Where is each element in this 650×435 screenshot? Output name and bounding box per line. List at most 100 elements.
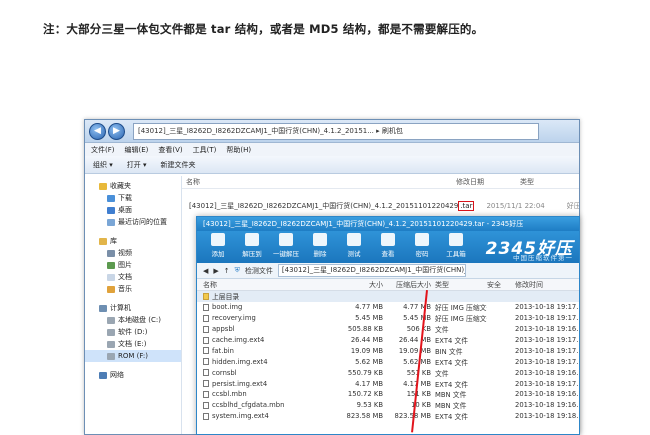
column-compressed-size[interactable]: 压缩后大小 — [383, 280, 431, 290]
sidebar-item-icon — [107, 249, 115, 257]
file-size-cell: 5.62 MB — [355, 357, 383, 366]
archive-file-row[interactable]: appsbl 505.88 KB 506 KB 文件 2013-10-18 19:16.… — [197, 324, 579, 335]
file-date-cell: 2013-10-18 19:17... — [515, 357, 579, 366]
archive-file-row[interactable]: system.img.ext4 823.58 MB 823.58 MB EXT4 文件… — [197, 411, 579, 422]
menu-view[interactable]: 查看(V) — [158, 145, 182, 155]
sidebar-item[interactable]: 收藏夹 — [85, 180, 181, 192]
tool-toolbox-button[interactable]: 工具箱 — [443, 231, 469, 258]
tar-file-date: 2015/11/1 22:04 — [486, 202, 545, 210]
address-input[interactable]: [43012]_三星_I8262D_I8262DZCAMJ1_中国行货(CHN)… — [133, 122, 539, 140]
sidebar-item[interactable]: 图片 — [85, 259, 181, 271]
archive-file-row[interactable]: boot.img4.77 MB4.77 MB好压 IMG 压缩文件2013-10… — [197, 302, 579, 313]
forward-icon[interactable]: ▶ — [108, 122, 125, 140]
column-name[interactable]: 名称 — [182, 177, 456, 187]
column-modified[interactable]: 修改时间 — [515, 280, 579, 290]
tool-test-button[interactable]: 测试 — [341, 231, 367, 258]
file-name: system.img.ext4 — [212, 412, 269, 421]
tar-file-row[interactable]: [43012]_三星_I8262D_I8262DZCAMJ1_中国行货(CHN)… — [182, 199, 579, 213]
sidebar-item[interactable]: 库 — [85, 235, 181, 247]
menu-tools[interactable]: 工具(T) — [193, 145, 217, 155]
tar-extension-highlight: .tar — [458, 201, 475, 211]
explorer-column-header: 名称 修改日期 类型 — [182, 176, 579, 189]
tool-label: 删除 — [313, 250, 327, 258]
column-type[interactable]: 类型 — [520, 177, 534, 187]
tool-add-button[interactable]: 添加 — [205, 231, 231, 258]
file-csize-cell: 551 KB — [406, 368, 431, 377]
menu-edit[interactable]: 编辑(E) — [125, 145, 149, 155]
file-type-cell: EXT4 文件 — [435, 413, 469, 422]
delete-icon — [313, 233, 327, 246]
tool-view-button[interactable]: 查看 — [375, 231, 401, 258]
tool-extract-to-button[interactable]: 解压到 — [239, 231, 265, 258]
file-date-cell: 2013-10-18 19:17... — [515, 314, 579, 323]
archive-tool-list: 添加 解压到 一键解压 删除 测试 查看 密码 工具箱 — [205, 231, 477, 258]
extract-to-icon — [245, 233, 259, 246]
sidebar-item[interactable]: 文档 — [85, 271, 181, 283]
tool-password-button[interactable]: 密码 — [409, 231, 435, 258]
new-folder-button[interactable]: 新建文件夹 — [161, 160, 196, 170]
sidebar-item[interactable]: 视频 — [85, 247, 181, 259]
sidebar-item-icon — [107, 261, 115, 269]
archive-file-row[interactable]: ccsblhd_cfgdata.mbn 9.53 KB 10 KB MBN 文件 201… — [197, 400, 579, 411]
shield-icon: ⛨ — [234, 266, 240, 274]
sidebar-item-icon — [107, 206, 115, 214]
archive-file-row[interactable]: cache.img.ext4 26.44 MB 26.44 MB EXT4 文件 201… — [197, 335, 579, 346]
forward-arrow-icon[interactable]: ▶ — [213, 267, 218, 275]
sidebar-item-icon — [99, 304, 107, 312]
sidebar-item[interactable]: 软件 (D:) — [85, 326, 181, 338]
sidebar-item[interactable]: 网络 — [85, 369, 181, 381]
sidebar-item[interactable]: 计算机 — [85, 302, 181, 314]
file-name: boot.img — [212, 303, 243, 312]
organize-button[interactable]: 组织 ▾ — [93, 160, 113, 170]
sidebar-item[interactable]: 本地磁盘 (C:) — [85, 314, 181, 326]
file-name-cell: fat.bin — [197, 347, 337, 355]
file-name: cornsbl — [212, 368, 237, 377]
back-arrow-icon[interactable]: ◀ — [203, 267, 208, 275]
archive-title-bar: [43012]_三星_I8262D_I8262DZCAMJ1_中国行货(CHN)… — [197, 217, 579, 231]
column-name[interactable]: 名称 — [197, 280, 337, 290]
column-type[interactable]: 类型 — [431, 280, 487, 290]
sidebar-item[interactable]: 文档 (E:) — [85, 338, 181, 350]
open-button[interactable]: 打开 ▾ — [127, 160, 147, 170]
up-arrow-icon[interactable]: ↑ — [224, 267, 230, 275]
sidebar-item-icon — [107, 316, 115, 324]
tool-delete-button[interactable]: 删除 — [307, 231, 333, 258]
archive-file-row[interactable]: hidden.img.ext4 5.62 MB 5.62 MB EXT4 文件 2013… — [197, 356, 579, 367]
archive-file-row[interactable]: cornsbl 550.79 KB 551 KB 文件 2013-10-18 19:16… — [197, 367, 579, 378]
menu-file[interactable]: 文件(F) — [91, 145, 115, 155]
file-name: recovery.img — [212, 314, 256, 323]
sidebar-item-label: 本地磁盘 (C:) — [118, 316, 161, 324]
file-date-cell: 2013-10-18 19:17... — [515, 303, 579, 312]
file-name: ccsblhd_cfgdata.mbn — [212, 401, 285, 410]
file-csize-cell: 26.44 MB — [398, 336, 431, 344]
sidebar-item[interactable]: 下载 — [85, 192, 181, 204]
sidebar-item-label: 音乐 — [118, 285, 132, 293]
tool-one-click-extract-button[interactable]: 一键解压 — [273, 231, 299, 258]
sidebar-item-label: 文档 — [118, 273, 132, 281]
back-icon[interactable]: ◀ — [89, 122, 106, 140]
sidebar-item-label: 视频 — [118, 249, 132, 257]
archive-path-input[interactable]: [43012]_三星_I8262D_I8262DZCAMJ1_中国行货(CHN)… — [277, 264, 466, 277]
file-name-cell: hidden.img.ext4 — [197, 358, 337, 366]
sidebar-item[interactable]: ROM (F:) — [85, 350, 181, 362]
archive-file-row[interactable]: recovery.img5.45 MB5.45 MB好压 IMG 压缩文件201… — [197, 313, 579, 324]
menu-help[interactable]: 帮助(H) — [226, 145, 251, 155]
file-csize-cell: 10 KB — [411, 401, 431, 410]
sidebar-item[interactable]: 桌面 — [85, 204, 181, 216]
file-type-cell: BIN 文件 — [435, 347, 463, 356]
archive-file-row[interactable]: persist.img.ext4 4.17 MB 4.17 MB EXT4 文件 201… — [197, 378, 579, 389]
sidebar-item[interactable]: 音乐 — [85, 283, 181, 295]
column-security[interactable]: 安全 — [487, 280, 515, 290]
tool-label: 密码 — [415, 250, 429, 258]
file-date-cell: 2013-10-18 19:16... — [515, 401, 579, 410]
file-csize-cell: 19.09 MB — [398, 346, 431, 355]
file-name-cell: cache.img.ext4 — [197, 336, 337, 344]
archive-file-row[interactable]: fat.bin 19.09 MB 19.09 MB BIN 文件 2013-10-18 … — [197, 345, 579, 356]
check-file-button[interactable]: 检测文件 — [245, 266, 273, 276]
parent-directory-row[interactable]: 上层目录 — [197, 291, 579, 302]
archive-file-row[interactable]: ccsbl.mbn 150.72 KB 151 KB MBN 文件 2013-10-18… — [197, 389, 579, 400]
sidebar-item[interactable]: 最近访问的位置 — [85, 216, 181, 228]
column-size[interactable]: 大小 — [337, 280, 383, 290]
column-date[interactable]: 修改日期 — [456, 177, 520, 187]
tool-label: 工具箱 — [446, 250, 466, 258]
